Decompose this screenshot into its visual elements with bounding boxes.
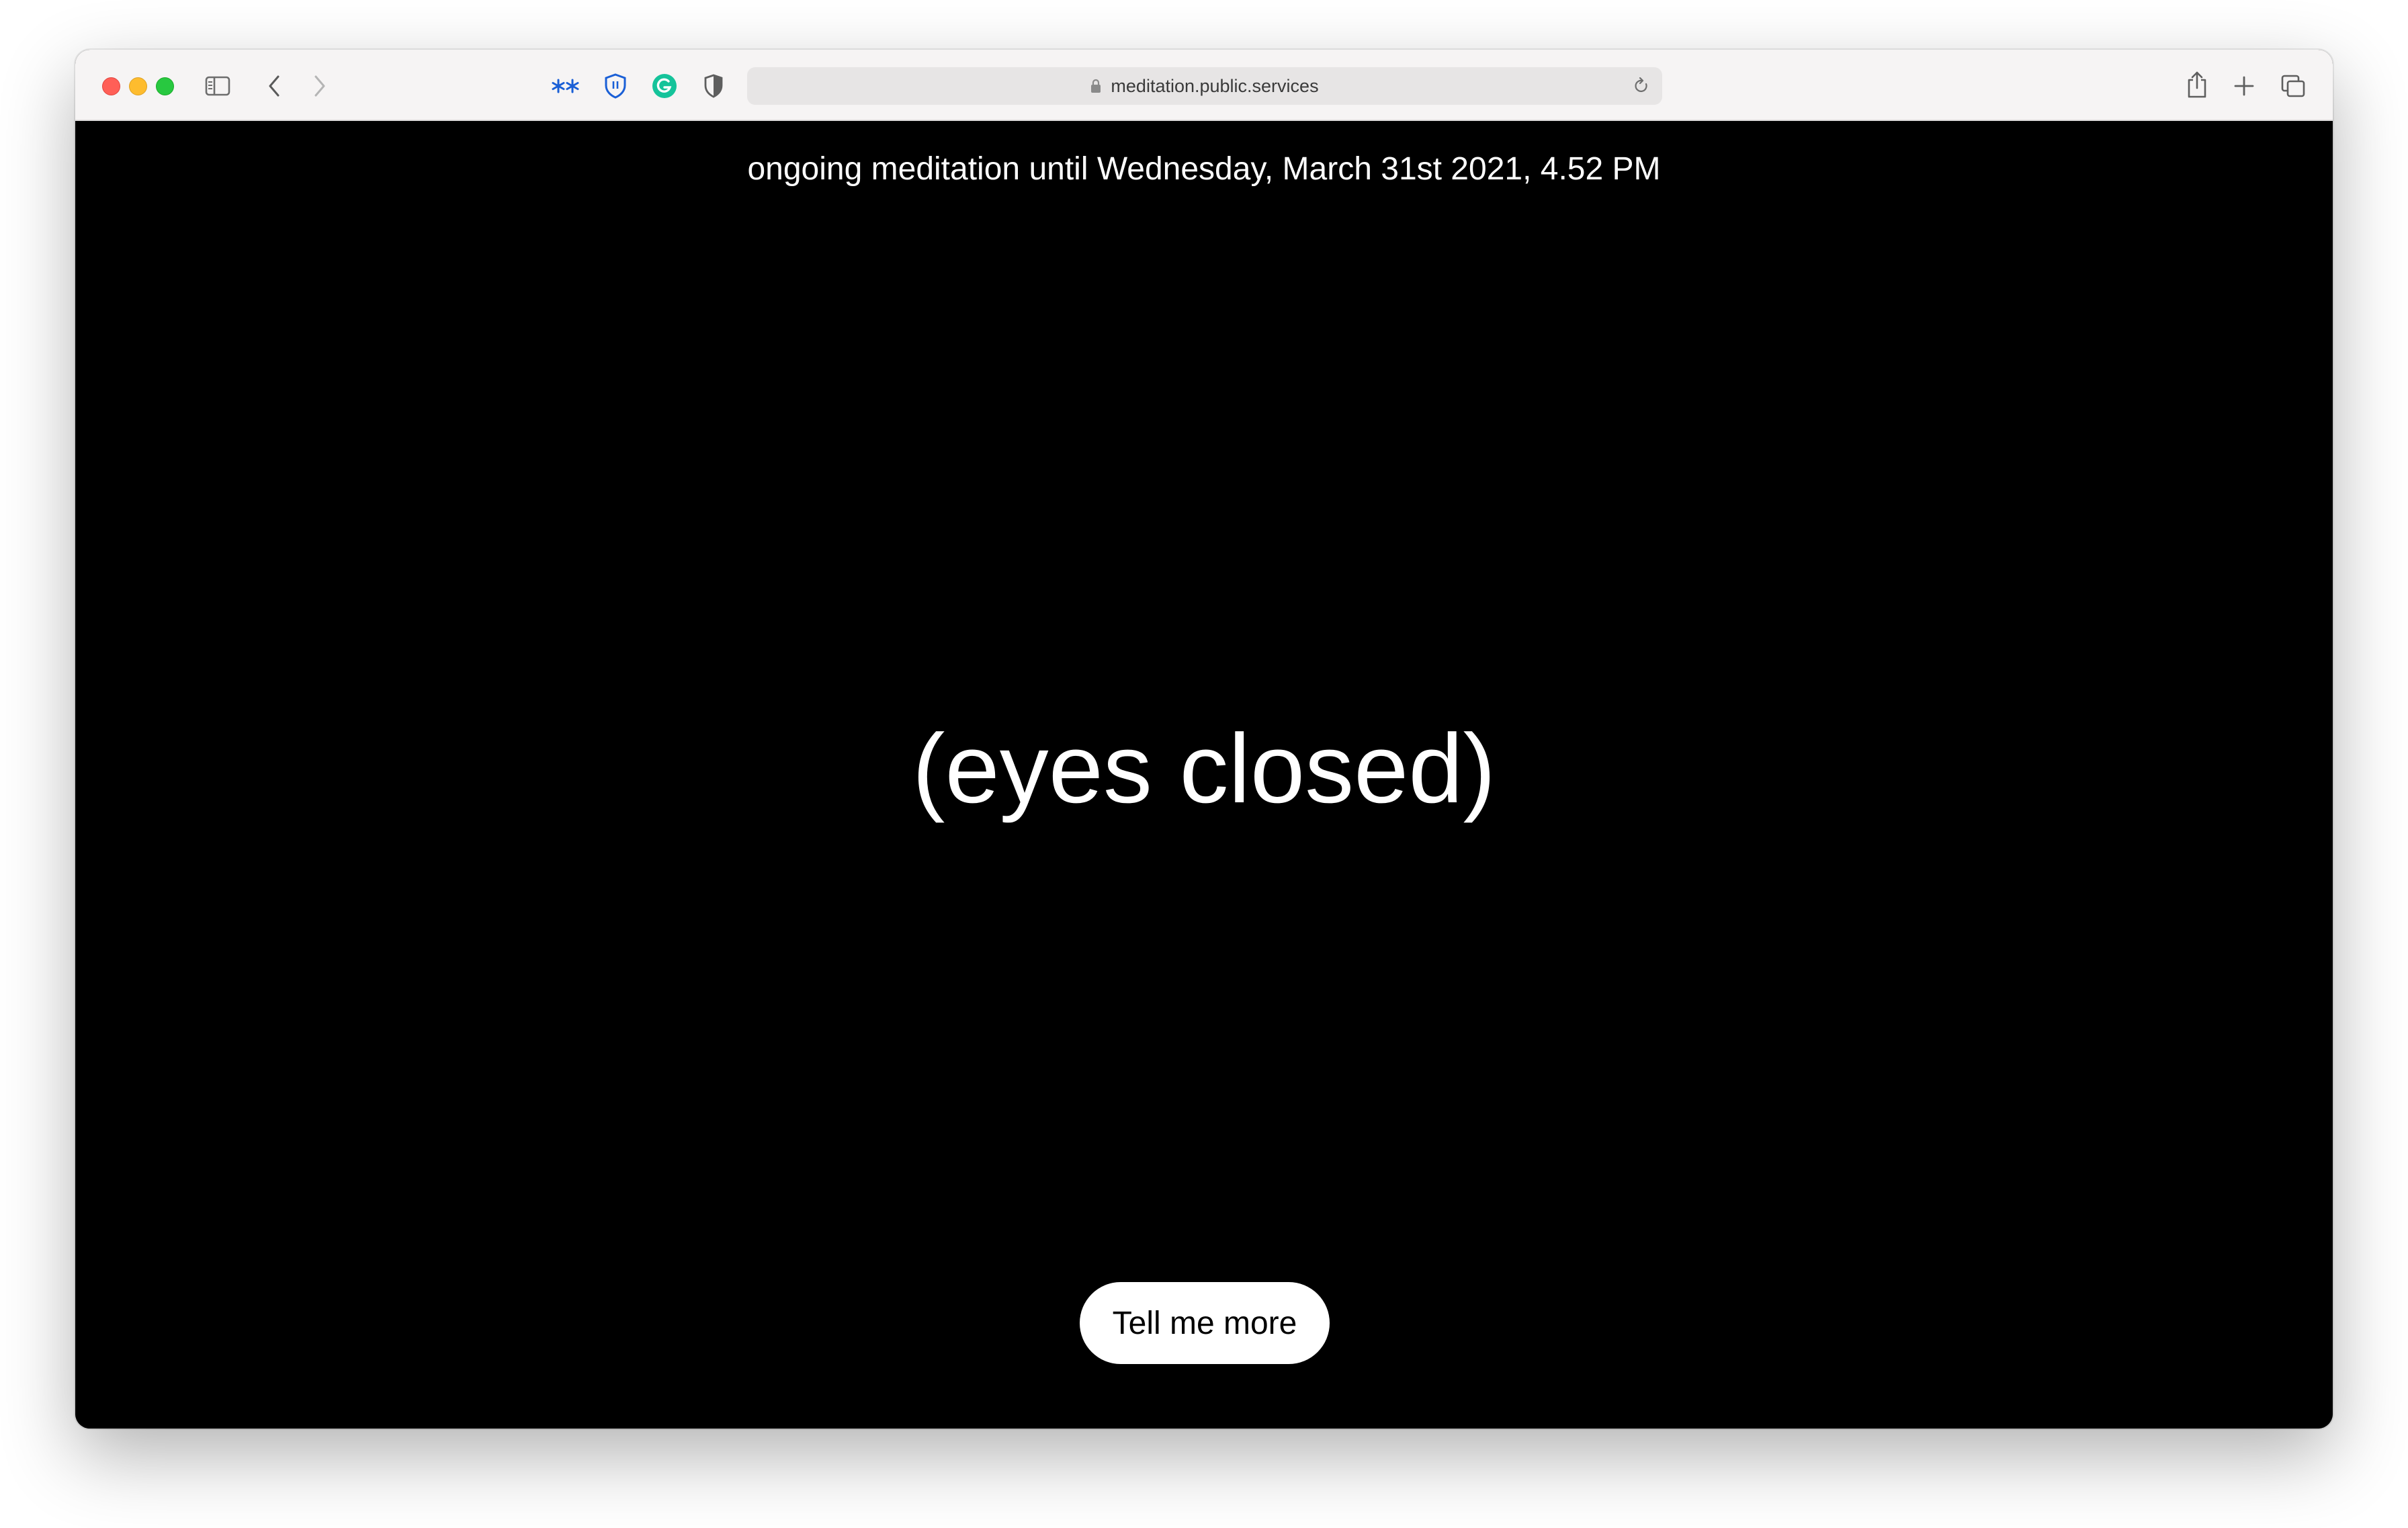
reload-icon[interactable]: [1631, 76, 1651, 96]
tell-me-more-button[interactable]: Tell me more: [1080, 1282, 1330, 1364]
chevron-left-icon[interactable]: [262, 73, 286, 99]
lock-icon: [1090, 79, 1101, 93]
plus-icon[interactable]: [2231, 73, 2258, 99]
tabs-icon[interactable]: [2279, 72, 2307, 100]
address-bar-content: meditation.public.services: [747, 67, 1662, 105]
browser-toolbar: meditation.public.services: [75, 50, 2333, 121]
asterisks-icon[interactable]: [551, 73, 580, 99]
half-shield-icon[interactable]: [701, 72, 726, 100]
maximize-window-button[interactable]: [156, 77, 174, 95]
page-content: ongoing meditation until Wednesday, Marc…: [75, 121, 2333, 1429]
address-bar[interactable]: meditation.public.services: [747, 67, 1662, 105]
meditation-status-text: ongoing meditation until Wednesday, Marc…: [747, 151, 1661, 187]
page-headline: (eyes closed): [912, 714, 1496, 823]
minimize-window-button[interactable]: [129, 77, 147, 95]
shield-icon[interactable]: [602, 71, 629, 101]
grammarly-icon[interactable]: [650, 72, 679, 100]
address-bar-url: meditation.public.services: [1111, 75, 1319, 96]
browser-window: meditation.public.services ongoing medit…: [75, 50, 2333, 1429]
sidebar-icon[interactable]: [204, 73, 231, 99]
chevron-right-icon[interactable]: [308, 73, 332, 99]
close-window-button[interactable]: [102, 77, 120, 95]
share-icon[interactable]: [2184, 69, 2210, 101]
